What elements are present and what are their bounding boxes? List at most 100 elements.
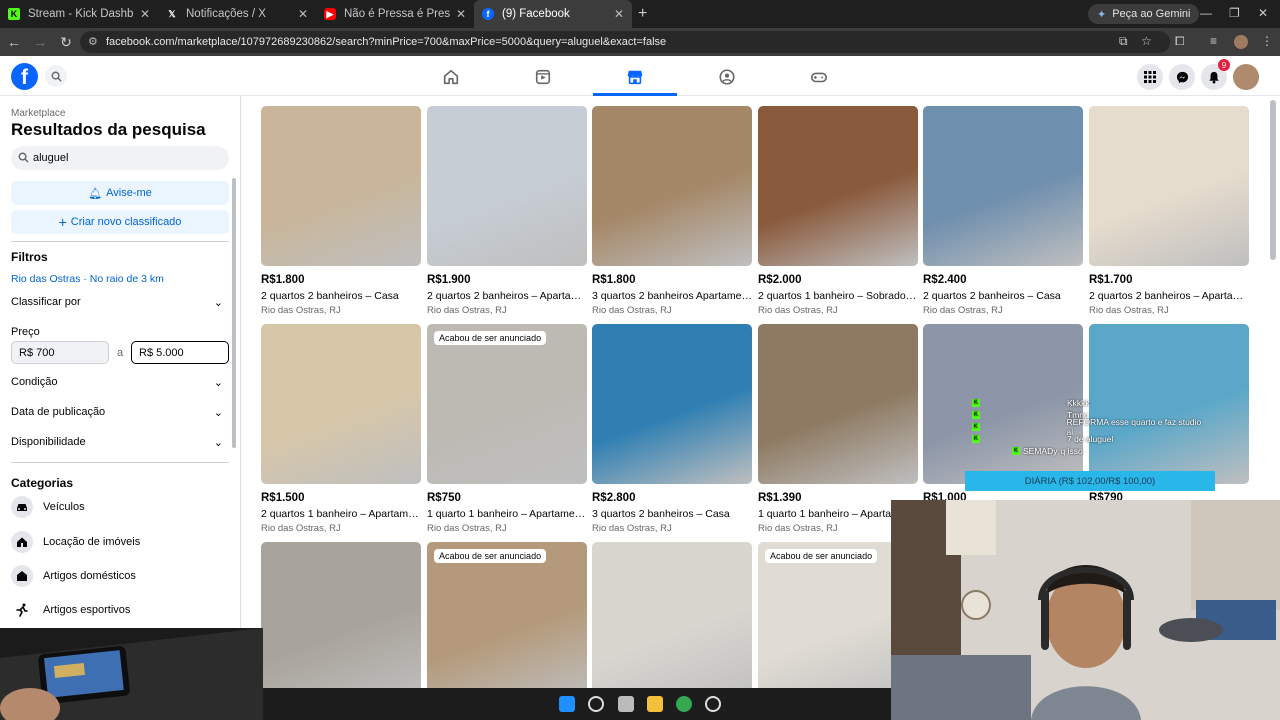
phone-camera-overlay bbox=[0, 628, 263, 720]
chat-text: Kkkkk bbox=[1067, 398, 1090, 408]
listing-title: 1 quarto 1 banheiro – Apartamento bbox=[427, 508, 587, 520]
cast-icon[interactable]: ⧉ bbox=[1119, 34, 1128, 49]
sort-label: Classificar por bbox=[11, 296, 81, 308]
listing-photo[interactable]: Acabou de ser anunciado bbox=[427, 324, 587, 484]
listing-title: 3 quartos 2 banheiros Apartamento bbox=[592, 290, 752, 302]
availability-dropdown[interactable]: Disponibilidade ⌄ bbox=[11, 436, 223, 449]
page-scrollbar[interactable] bbox=[1270, 100, 1276, 260]
browser-tab[interactable]: 𝕏 Notificações / X ✕ bbox=[158, 0, 316, 28]
bell-icon bbox=[1209, 71, 1219, 84]
reload-icon[interactable]: ↻ bbox=[54, 34, 78, 51]
listing-card[interactable]: R$2.000 2 quartos 1 banheiro – Sobrado ge… bbox=[758, 106, 918, 316]
listing-card[interactable]: R$2.400 2 quartos 2 banheiros – Casa Rio d… bbox=[923, 106, 1083, 316]
listing-photo[interactable] bbox=[261, 542, 421, 702]
task-view-icon[interactable] bbox=[618, 696, 634, 712]
close-window-icon[interactable]: ✕ bbox=[1258, 6, 1268, 20]
marketplace-icon bbox=[627, 70, 643, 85]
tab-title: Stream - Kick Dashboard bbox=[28, 8, 134, 20]
condition-dropdown[interactable]: Condição ⌄ bbox=[11, 376, 223, 389]
forward-icon[interactable]: → bbox=[28, 34, 52, 50]
close-tab-icon[interactable]: ✕ bbox=[140, 7, 150, 21]
listing-card[interactable] bbox=[261, 542, 421, 702]
marketplace-search-input[interactable]: aluguel bbox=[11, 146, 229, 170]
category-property-rentals[interactable]: Locação de imóveis bbox=[11, 531, 140, 553]
windows-start-icon[interactable] bbox=[559, 696, 575, 712]
sort-dropdown[interactable]: Classificar por ⌄ bbox=[11, 296, 223, 309]
facebook-search-button[interactable] bbox=[45, 65, 67, 87]
kick-icon: K bbox=[972, 399, 980, 407]
gemini-button[interactable]: ✦ Peça ao Gemini bbox=[1088, 4, 1200, 24]
location-filter-link[interactable]: Rio das Ostras · No raio de 3 km bbox=[11, 273, 164, 285]
extensions-icon[interactable]: ⧠ bbox=[1175, 34, 1185, 49]
listing-photo[interactable] bbox=[592, 106, 752, 266]
nav-marketplace[interactable] bbox=[624, 66, 646, 88]
stream-promo-banner: DIÁRIA (R$ 102,00/R$ 100,00) bbox=[965, 471, 1215, 491]
listing-photo[interactable] bbox=[427, 106, 587, 266]
listing-location: Rio das Ostras, RJ bbox=[758, 305, 838, 316]
account-avatar[interactable] bbox=[1233, 64, 1259, 90]
category-vehicles[interactable]: Veículos bbox=[11, 496, 85, 518]
filters-heading: Filtros bbox=[11, 250, 48, 264]
profile-avatar[interactable] bbox=[1234, 35, 1248, 49]
nav-video[interactable] bbox=[532, 66, 554, 88]
listing-card[interactable]: R$1.800 3 quartos 2 banheiros Apartamento… bbox=[592, 106, 752, 316]
nav-home[interactable] bbox=[440, 66, 462, 88]
minimize-icon[interactable]: — bbox=[1200, 6, 1212, 20]
listing-photo[interactable] bbox=[261, 106, 421, 266]
nav-groups[interactable] bbox=[716, 66, 738, 88]
breadcrumb[interactable]: Marketplace bbox=[11, 108, 65, 119]
menu-icon[interactable]: ⋮ bbox=[1261, 34, 1273, 48]
close-tab-icon[interactable]: ✕ bbox=[298, 7, 308, 21]
back-icon[interactable]: ← bbox=[2, 34, 26, 50]
nav-gaming[interactable] bbox=[808, 66, 830, 88]
listing-card[interactable]: R$2.800 3 quartos 2 banheiros – Casa Rio d… bbox=[592, 324, 752, 534]
facebook-logo[interactable]: f bbox=[11, 63, 38, 90]
reading-list-icon[interactable]: ≡ bbox=[1210, 34, 1217, 48]
create-listing-button[interactable]: + Criar novo classificado bbox=[11, 210, 229, 234]
kick-icon: K bbox=[972, 423, 980, 431]
menu-button[interactable] bbox=[1137, 64, 1163, 90]
messenger-button[interactable] bbox=[1169, 64, 1195, 90]
listing-card[interactable]: R$1.500 2 quartos 1 banheiro – Apartament… bbox=[261, 324, 421, 534]
browser-tab[interactable]: K Stream - Kick Dashboard ✕ bbox=[0, 0, 158, 28]
browser-tab-active[interactable]: f (9) Facebook ✕ bbox=[474, 0, 632, 28]
close-tab-icon[interactable]: ✕ bbox=[456, 7, 466, 21]
taskbar-search-icon[interactable] bbox=[588, 696, 604, 712]
listing-card[interactable]: Acabou de ser anunciado R$750 1 quarto 1 b… bbox=[427, 324, 587, 534]
tab-title: Não é Pressa é Pressão Part. Gr bbox=[344, 8, 450, 20]
listing-photo[interactable] bbox=[592, 542, 752, 702]
obs-icon[interactable] bbox=[705, 696, 721, 712]
category-home-goods[interactable]: Artigos domésticos bbox=[11, 565, 136, 587]
listing-card[interactable]: R$1.800 2 quartos 2 banheiros – Casa Rio d… bbox=[261, 106, 421, 316]
listing-photo[interactable] bbox=[758, 324, 918, 484]
min-price-input[interactable]: R$ 700 bbox=[11, 341, 109, 364]
chrome-icon[interactable] bbox=[676, 696, 692, 712]
gemini-icon: ✦ bbox=[1097, 8, 1107, 21]
listing-card[interactable]: R$1.700 2 quartos 2 banheiros – Apartamen… bbox=[1089, 106, 1249, 316]
bookmark-star-icon[interactable]: ☆ bbox=[1141, 34, 1152, 48]
listing-photo[interactable] bbox=[1089, 106, 1249, 266]
site-info-icon[interactable]: ⚙ bbox=[88, 35, 98, 48]
listing-photo[interactable] bbox=[923, 106, 1083, 266]
new-tab-button[interactable]: + bbox=[638, 5, 647, 23]
listing-photo[interactable]: Acabou de ser anunciado bbox=[427, 542, 587, 702]
close-tab-icon[interactable]: ✕ bbox=[614, 7, 624, 21]
listing-photo[interactable] bbox=[592, 324, 752, 484]
listing-photo[interactable] bbox=[758, 106, 918, 266]
listing-card[interactable]: Acabou de ser anunciado bbox=[427, 542, 587, 702]
listing-card[interactable] bbox=[592, 542, 752, 702]
listing-location: Rio das Ostras, RJ bbox=[592, 305, 672, 316]
date-dropdown[interactable]: Data de publicação ⌄ bbox=[11, 406, 223, 419]
alert-button[interactable]: 🔔︎ Avise-me bbox=[11, 181, 229, 205]
listing-photo[interactable] bbox=[261, 324, 421, 484]
listing-card[interactable]: R$1.900 2 quartos 2 banheiros – Apartamen… bbox=[427, 106, 587, 316]
browser-tab[interactable]: ▶ Não é Pressa é Pressão Part. Gr ✕ bbox=[316, 0, 474, 28]
max-price-input[interactable]: R$ 5.000 bbox=[131, 341, 229, 364]
category-sports[interactable]: Artigos esportivos bbox=[11, 599, 130, 621]
file-explorer-icon[interactable] bbox=[647, 696, 663, 712]
x-icon: 𝕏 bbox=[168, 8, 176, 19]
restore-icon[interactable]: ❐ bbox=[1229, 6, 1240, 20]
sidebar-scrollbar[interactable] bbox=[232, 178, 236, 448]
address-bar[interactable]: ⚙ facebook.com/marketplace/1079726892308… bbox=[80, 31, 1170, 53]
page-title: Resultados da pesquisa bbox=[11, 120, 206, 139]
